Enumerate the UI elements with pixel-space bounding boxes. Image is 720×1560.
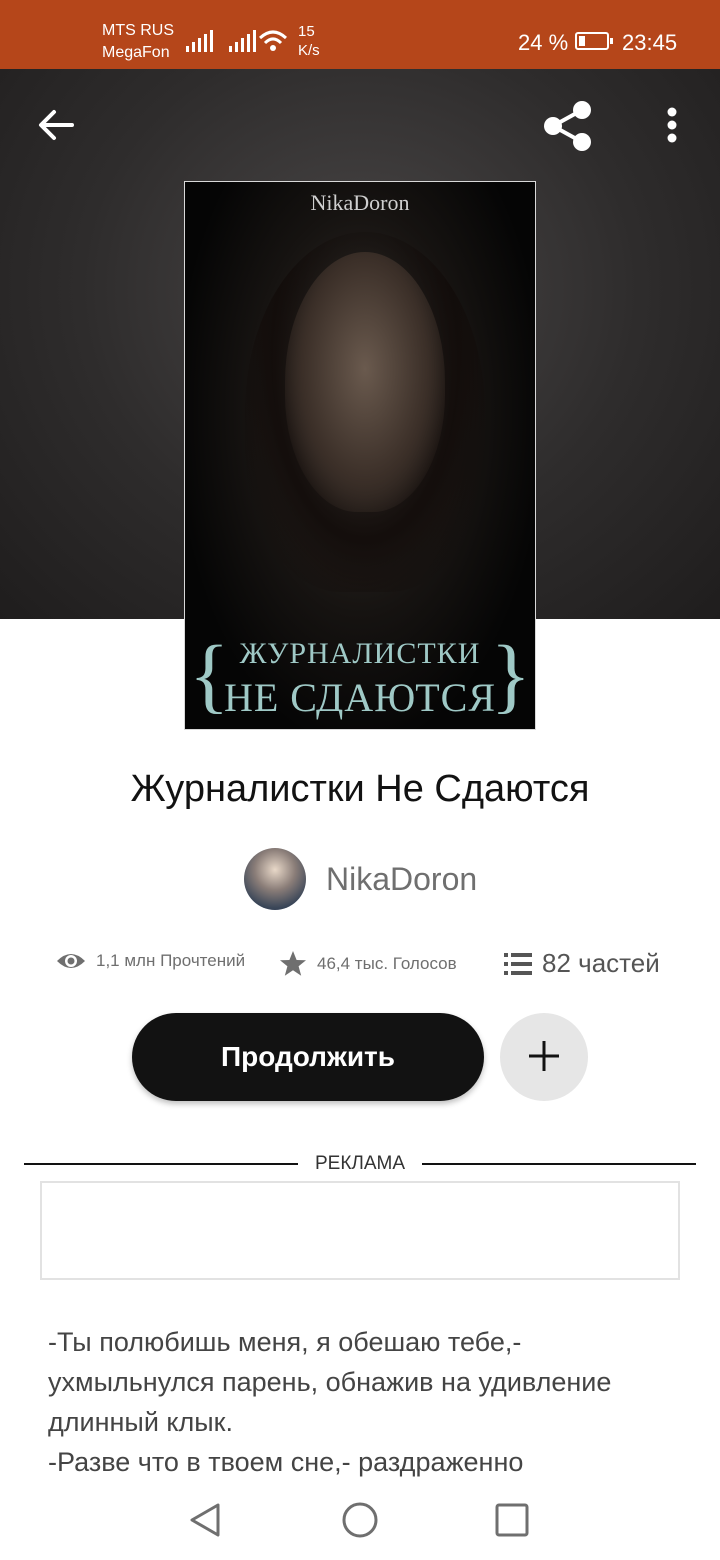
share-button[interactable] bbox=[540, 98, 596, 154]
cover-title-line-1: ЖУРНАЛИСТКИ bbox=[239, 637, 481, 670]
book-title: Журналистки Не Сдаются bbox=[130, 768, 590, 810]
eye-icon bbox=[57, 954, 85, 968]
reads-count: 1,1 млн Прочтений bbox=[96, 951, 246, 970]
divider bbox=[24, 1163, 298, 1165]
star-icon bbox=[280, 951, 306, 976]
author-avatar bbox=[244, 848, 306, 910]
nav-back-button[interactable] bbox=[186, 1500, 226, 1540]
network-speed: 15 K/s bbox=[298, 22, 320, 60]
ad-label: РЕКЛАМА bbox=[314, 1153, 406, 1174]
continue-reading-button[interactable]: Продолжить bbox=[132, 1013, 484, 1101]
votes-stat: 46,4 тыс. Голосов bbox=[279, 950, 457, 977]
description-line: длинный клык. bbox=[48, 1407, 233, 1437]
votes-count: 46,4 тыс. Голосов bbox=[317, 953, 457, 973]
battery-icon bbox=[575, 32, 613, 50]
list-icon bbox=[504, 952, 532, 975]
book-description: -Ты полюбишь меня, я обешаю тебе,- ухмыл… bbox=[48, 1322, 688, 1482]
clock: 23:45 bbox=[622, 30, 678, 55]
signal-icon bbox=[229, 30, 256, 52]
book-stats: 1,1 млн Прочтений 46,4 тыс. Голосов 82 ч… bbox=[0, 946, 720, 986]
description-line: -Ты полюбишь меня, я обешаю тебе,- bbox=[48, 1327, 522, 1357]
speed-unit: K/s bbox=[298, 42, 320, 59]
more-vertical-icon bbox=[667, 107, 677, 143]
wifi-icon bbox=[258, 30, 288, 51]
carrier-1: MTS RUS bbox=[102, 22, 174, 39]
speed-value: 15 bbox=[298, 23, 315, 40]
battery-percent: 24 % bbox=[518, 30, 569, 55]
cover-author: NikaDoron bbox=[310, 190, 410, 215]
add-to-library-button[interactable] bbox=[500, 1013, 588, 1101]
share-icon bbox=[544, 101, 591, 151]
carrier-2: MegaFon bbox=[102, 44, 170, 61]
more-options-button[interactable] bbox=[656, 100, 688, 150]
author-name: NikaDoron bbox=[326, 860, 478, 897]
ad-slot[interactable] bbox=[40, 1181, 680, 1280]
cover-title-line-2: НЕ СДАЮТСЯ bbox=[223, 675, 497, 720]
triangle-back-icon bbox=[190, 1503, 220, 1537]
description-line: -Разве что в твоем сне,- раздраженно bbox=[48, 1447, 524, 1477]
back-button[interactable] bbox=[34, 103, 78, 147]
ad-label-row: РЕКЛАМА bbox=[24, 1150, 696, 1178]
cover-face-shape bbox=[285, 252, 445, 512]
system-nav-bar bbox=[0, 1480, 720, 1560]
arrow-left-icon bbox=[39, 110, 74, 140]
reads-stat: 1,1 млн Прочтений bbox=[56, 950, 245, 972]
cover-title: ЖУРНАЛИСТКИ НЕ СДАЮТСЯ bbox=[185, 632, 535, 720]
parts-count: 82 частей bbox=[542, 948, 660, 978]
plus-icon bbox=[529, 1040, 559, 1071]
nav-recents-button[interactable] bbox=[492, 1500, 532, 1540]
description-line: ухмыльнулся парень, обнажив на удивление bbox=[48, 1367, 612, 1397]
nav-home-button[interactable] bbox=[340, 1500, 380, 1540]
signal-icon bbox=[186, 30, 213, 52]
divider bbox=[422, 1163, 696, 1165]
circle-home-icon bbox=[342, 1502, 378, 1538]
book-cover[interactable]: NikaDoron { } ЖУРНАЛИСТКИ НЕ СДАЮТСЯ bbox=[184, 181, 536, 730]
status-bar: MTS RUS MegaFon 15 K/s 24 % 23:45 bbox=[0, 0, 720, 69]
carrier-labels: MTS RUS MegaFon bbox=[102, 20, 174, 64]
parts-stat[interactable]: 82 частей bbox=[504, 948, 660, 979]
author-link[interactable]: NikaDoron bbox=[244, 848, 477, 910]
square-recents-icon bbox=[495, 1503, 529, 1537]
